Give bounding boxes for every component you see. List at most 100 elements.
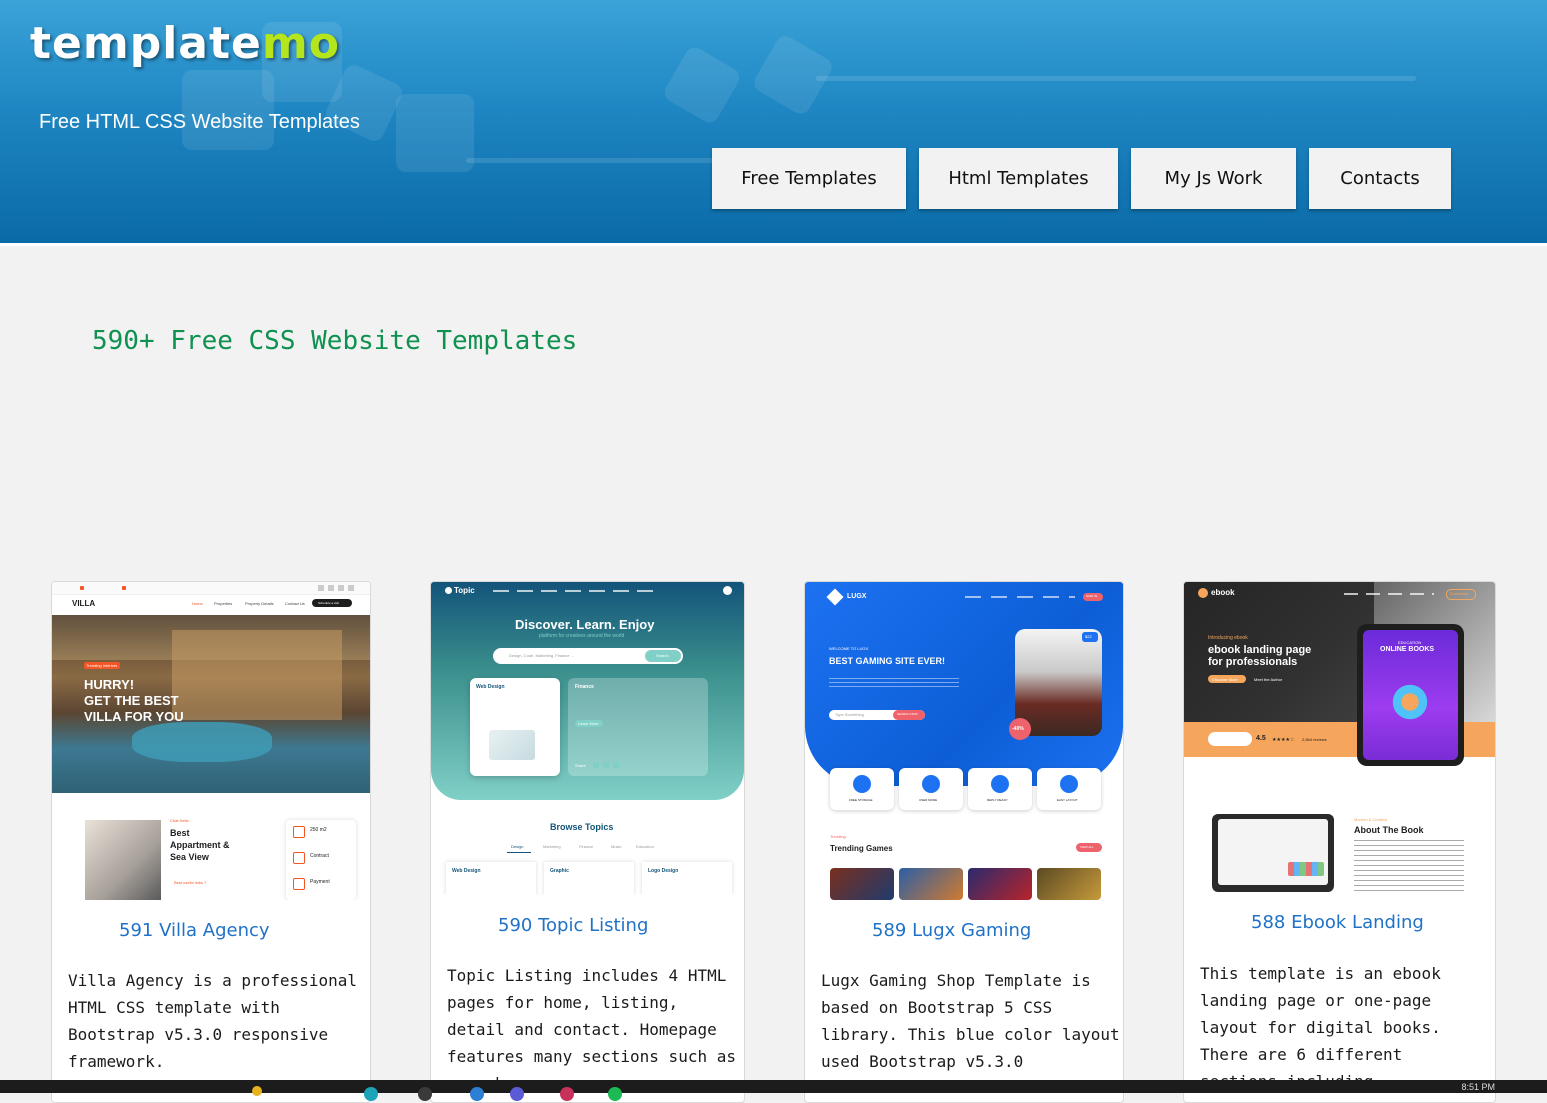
header-decoration — [182, 70, 274, 150]
thumb-welcome: WELCOME TO LUGX — [829, 646, 869, 651]
thumb-nav-details: Property Details — [245, 601, 274, 606]
thumb-tablet-title: ONLINE BOOKS — [1380, 646, 1435, 653]
app-icon[interactable] — [252, 1086, 262, 1096]
thumb-item1: Web Design — [452, 868, 481, 874]
template-card-lugx: LUGX SIGN IN WELCOME TO LUGX BEST GAMING… — [804, 581, 1124, 1103]
thumb-hero-pool — [132, 722, 272, 762]
thumb-logo-icon — [445, 587, 452, 594]
thumb-stat2: Contract — [310, 853, 329, 859]
thumb-trending-tag: Trending — [830, 834, 846, 839]
thumb-game-tile — [1037, 868, 1101, 900]
thumb-tablet-illustration — [1380, 672, 1440, 732]
template-card-villa: VILLA Home Properties Property Details C… — [51, 581, 371, 1103]
thumb-feature-tag: Chat Hello — [170, 818, 189, 823]
template-thumbnail[interactable]: Topic Discover. Learn. Enjoy platform fo… — [431, 582, 744, 895]
user-icon — [723, 586, 732, 595]
template-link[interactable]: 588 Ebook Landing — [1251, 912, 1424, 933]
edge-icon[interactable] — [364, 1087, 378, 1101]
site-logo[interactable]: templatemo — [30, 18, 340, 69]
thumb-brand: LUGX — [847, 593, 867, 600]
thumb-feature-title3: Sea View — [170, 852, 209, 862]
site-header: templatemo Free HTML CSS Website Templat… — [0, 0, 1547, 246]
nav-html-templates[interactable]: Html Templates — [919, 148, 1118, 209]
template-description: Villa Agency is a professional HTML CSS … — [68, 971, 357, 1071]
taskbar-clock: 8:51 PM — [1461, 1082, 1495, 1092]
thumb-tab1: Design — [511, 844, 524, 849]
thumb-topic-item — [446, 862, 536, 895]
thumb-signin: SIGN IN — [1086, 594, 1098, 598]
thumb-laptop-grid — [1288, 862, 1324, 876]
thumb-discover: Discover More — [1212, 677, 1238, 682]
nav-contacts[interactable]: Contacts — [1309, 148, 1451, 209]
spotify-icon[interactable] — [608, 1087, 622, 1101]
template-description: Topic Listing includes 4 HTML pages for … — [447, 966, 736, 1093]
thumb-about-text-lines — [1354, 840, 1464, 892]
thumb-brand: Topic — [454, 586, 475, 595]
thumb-nav-home: Home — [192, 601, 203, 606]
os-taskbar: 8:51 PM — [0, 1080, 1547, 1101]
thumb-best-useful: Best useful links ? — [174, 880, 207, 885]
thumb-download: Download — [1450, 591, 1468, 596]
template-description: Lugx Gaming Shop Template is based on Bo… — [821, 971, 1120, 1071]
thumb-card-web — [470, 678, 560, 776]
thumb-share-icons — [593, 762, 623, 768]
thumb-nav-contact: Contact Us — [285, 601, 305, 606]
thumb-stat-icon — [293, 878, 305, 890]
thumb-feature-image — [85, 820, 161, 900]
thumb-reviews: 2,564 reviews — [1302, 737, 1327, 742]
app-icon[interactable] — [560, 1087, 574, 1101]
thumb-dot — [80, 586, 84, 590]
thumb-about-title: About The Book — [1354, 825, 1424, 835]
template-link[interactable]: 591 Villa Agency — [119, 920, 270, 941]
thumb-intro: Introducing ebook — [1208, 635, 1248, 641]
site-tagline: Free HTML CSS Website Templates — [39, 111, 360, 133]
thumb-headline: BEST GAMING SITE EVER! — [829, 656, 946, 666]
thumb-item3: Logo Design — [648, 868, 679, 874]
app-icon[interactable] — [418, 1087, 432, 1101]
thumb-tab2: Marketing — [543, 844, 561, 849]
thumb-hero-line2: GET THE BEST — [84, 693, 179, 708]
thumb-tab5: Education — [636, 844, 654, 849]
thumb-feature-title1: Best — [170, 828, 190, 838]
thumb-card2-title: Finance — [575, 684, 594, 690]
template-card-ebook: ebook Download Introducing ebook ebook l… — [1183, 581, 1496, 1103]
thumb-discount: -40% — [1012, 726, 1024, 732]
template-thumbnail[interactable]: LUGX SIGN IN WELCOME TO LUGX BEST GAMING… — [805, 582, 1123, 900]
thumb-social-icons — [318, 585, 356, 591]
thumb-headline: Discover. Learn. Enjoy — [515, 617, 655, 632]
app-icon[interactable] — [510, 1087, 524, 1101]
thumb-search-btn-label: Search — [656, 653, 669, 658]
nav-my-js-work[interactable]: My Js Work — [1131, 148, 1296, 209]
thumb-card1-title: Web Design — [476, 684, 505, 690]
thumb-stat3: Payment — [310, 879, 330, 885]
thumb-feat2: USER MORE — [919, 798, 938, 802]
template-link[interactable]: 590 Topic Listing — [498, 915, 648, 936]
header-decoration-line — [466, 158, 716, 163]
template-card-topic: Topic Discover. Learn. Enjoy platform fo… — [430, 581, 745, 1103]
template-thumbnail[interactable]: ebook Download Introducing ebook ebook l… — [1184, 582, 1495, 893]
thumb-feat4: EASY LAYOUT — [1057, 798, 1078, 802]
thumb-tab4: Music — [611, 844, 622, 849]
thumb-trending: Trending Games — [830, 844, 893, 853]
thumb-topic-item — [642, 862, 732, 895]
thumb-stars: ★★★★☆ — [1272, 737, 1295, 743]
thumb-game-cover — [1015, 629, 1102, 736]
thumb-search-btn-label: SEARCH NOW — [897, 712, 918, 716]
thumb-search-placeholder: Design, Code, Marketing, Finance ... — [509, 653, 574, 658]
thumb-tablet-small: EDUCATION — [1398, 640, 1422, 645]
header-decoration-line — [816, 76, 1416, 81]
nav-free-templates[interactable]: Free Templates — [712, 148, 906, 209]
header-decoration — [750, 32, 836, 118]
thumb-avatars — [1208, 732, 1252, 746]
thumb-nav-lines — [965, 596, 1075, 598]
thumb-text-lines — [829, 678, 959, 690]
thumb-feat3: REPLY READY — [987, 798, 1008, 802]
thumb-game-tile — [899, 868, 963, 900]
thumb-nav-lines — [493, 590, 653, 592]
app-icon[interactable] — [470, 1087, 484, 1101]
template-link[interactable]: 589 Lugx Gaming — [872, 920, 1031, 941]
template-thumbnail[interactable]: VILLA Home Properties Property Details C… — [52, 582, 370, 900]
thumb-game-tile — [968, 868, 1032, 900]
thumb-nav-cta-label: Schedule a visit — [318, 601, 340, 605]
thumb-browse: Browse Topics — [550, 822, 614, 832]
